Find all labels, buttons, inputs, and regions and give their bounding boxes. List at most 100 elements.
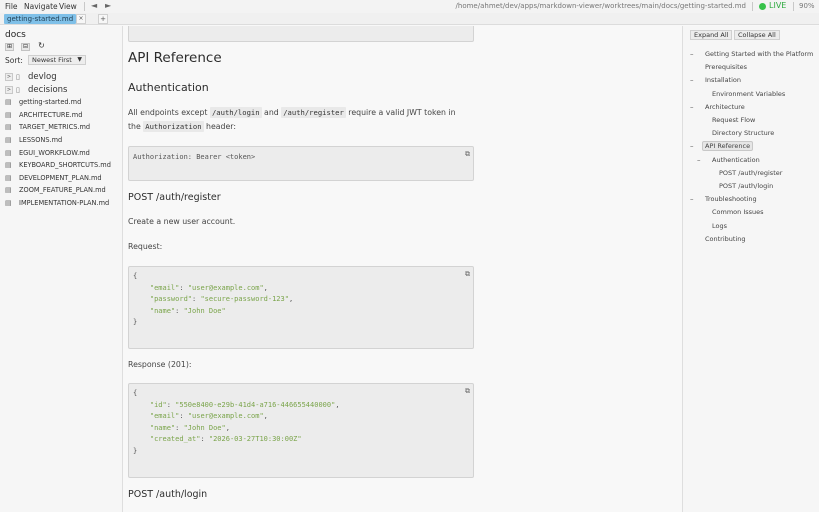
file-label: ZOOM_FEATURE_PLAN.md [19, 186, 106, 194]
file-item[interactable]: ▤ IMPLEMENTATION-PLAN.md [5, 199, 109, 211]
file-item[interactable]: ▤ DEVELOPMENT_PLAN.md [5, 174, 102, 186]
folder-label: decisions [28, 85, 68, 95]
code-string: "550e8400-e29b-41d4-a716-446655440000" [175, 400, 336, 409]
response-label: Response (201): [128, 360, 192, 369]
outline-panel: Expand All Collapse All – Getting Starte… [682, 26, 819, 512]
menu-view[interactable]: View [59, 2, 77, 11]
collapse-dash-icon[interactable]: – [697, 156, 701, 164]
sort-value: Newest First [32, 56, 72, 64]
collapse-dash-icon[interactable]: – [690, 76, 694, 84]
code-key: "email" [149, 283, 180, 292]
file-item[interactable]: ▤ getting-started.md [5, 98, 81, 110]
markdown-content: API Reference Authentication All endpoin… [124, 26, 681, 512]
folder-decisions[interactable]: > ▯ decisions [5, 85, 67, 97]
outline-item-troubleshooting[interactable]: Troubleshooting [705, 195, 757, 203]
new-tab-button[interactable]: + [98, 14, 108, 24]
inline-code: /auth/register [281, 107, 346, 118]
outline-item-common-issues[interactable]: Common Issues [712, 208, 764, 216]
expand-all-icon[interactable]: ⊞ [5, 43, 14, 51]
heading-api-reference: API Reference [128, 50, 222, 66]
file-label: LESSONS.md [19, 136, 63, 144]
code-string: "user@example.com" [187, 412, 264, 420]
back-icon[interactable]: ◄ [91, 1, 97, 10]
code-string: "user@example.com" [187, 283, 264, 292]
code-line: Authorization: Bearer <token> [133, 153, 256, 161]
text: require a valid JWT token in [345, 108, 456, 117]
collapse-dash-icon[interactable]: – [690, 50, 694, 58]
file-item[interactable]: ▤ KEYBOARD_SHORTCUTS.md [5, 161, 111, 173]
outline-item-post-login[interactable]: POST /auth/login [719, 182, 773, 190]
file-item[interactable]: ▤ TARGET_METRICS.md [5, 123, 90, 135]
tab-bar: getting-started.md × + [0, 13, 819, 25]
code-string: "2026-03-27T10:30:00Z" [208, 435, 302, 443]
tab-getting-started[interactable]: getting-started.md [4, 14, 77, 24]
collapse-dash-icon[interactable]: – [690, 142, 694, 150]
text: the [128, 122, 144, 131]
document-icon: ▤ [5, 186, 12, 194]
code-line: } [133, 318, 138, 326]
document-icon: ▤ [5, 149, 12, 157]
outline-item-architecture[interactable]: Architecture [705, 103, 745, 111]
inline-code: Authorization [143, 121, 204, 132]
outline-item-contributing[interactable]: Contributing [705, 235, 746, 243]
code-string: "John Doe" [183, 306, 226, 315]
close-tab-icon[interactable]: × [76, 14, 86, 24]
chevron-right-icon[interactable]: > [5, 86, 13, 94]
sort-select[interactable]: Newest First ▼ [28, 55, 86, 65]
expand-all-button[interactable]: Expand All [690, 30, 733, 40]
outline-item-prerequisites[interactable]: Prerequisites [705, 63, 747, 71]
inline-code: /auth/login [209, 107, 262, 118]
outline-item-getting-started[interactable]: Getting Started with the Platform [705, 50, 813, 58]
file-path: /home/ahmet/dev/apps/markdown-viewer/wor… [455, 2, 746, 10]
live-label[interactable]: LIVE [769, 1, 786, 10]
file-item[interactable]: ▤ ARCHITECTURE.md [5, 111, 82, 123]
collapse-all-button[interactable]: Collapse All [734, 30, 780, 40]
file-label: getting-started.md [19, 98, 82, 106]
code-key: "email" [149, 412, 180, 420]
code-block-partial [128, 26, 474, 42]
outline-item-env-vars[interactable]: Environment Variables [712, 90, 785, 98]
heading-post-register: POST /auth/register [128, 192, 221, 203]
code-line: { [133, 272, 138, 280]
outline-item-authentication[interactable]: Authentication [712, 156, 760, 164]
forward-icon[interactable]: ► [105, 1, 111, 10]
outline-item-post-register[interactable]: POST /auth/register [719, 169, 782, 177]
file-item[interactable]: ▤ LESSONS.md [5, 136, 62, 148]
code-string: "John Doe" [183, 423, 226, 432]
outline-item-logs[interactable]: Logs [712, 222, 727, 230]
file-label: KEYBOARD_SHORTCUTS.md [19, 161, 111, 169]
document-icon: ▤ [5, 199, 12, 207]
outline-item-installation[interactable]: Installation [705, 76, 741, 84]
menu-bar: File Navigate View ◄ ► /home/ahmet/dev/a… [0, 0, 819, 13]
collapse-dash-icon[interactable]: – [690, 195, 694, 203]
outline-item-directory-structure[interactable]: Directory Structure [712, 129, 774, 137]
folder-icon: ▯ [16, 86, 20, 94]
outline-item-api-reference[interactable]: API Reference [702, 141, 754, 151]
zoom-level[interactable]: 90% [799, 2, 815, 10]
code-block-response: { "id": "550e8400-e29b-41d4-a716-4466554… [128, 383, 474, 478]
sort-label: Sort: [5, 56, 23, 65]
outline-item-request-flow[interactable]: Request Flow [712, 116, 755, 124]
text: and [261, 108, 282, 117]
file-item[interactable]: ▤ EGUI_WORKFLOW.md [5, 149, 90, 161]
menu-divider [752, 2, 753, 11]
file-label: TARGET_METRICS.md [19, 123, 91, 131]
file-item[interactable]: ▤ ZOOM_FEATURE_PLAN.md [5, 186, 106, 198]
collapse-dash-icon[interactable]: – [690, 103, 694, 111]
copy-icon[interactable]: ⧉ [465, 386, 470, 398]
collapse-all-icon[interactable]: ⊟ [21, 43, 30, 51]
chevron-right-icon[interactable]: > [5, 73, 13, 81]
copy-icon[interactable]: ⧉ [465, 269, 470, 281]
code-line: { [133, 389, 138, 397]
document-icon: ▤ [5, 123, 12, 131]
menu-navigate[interactable]: Navigate [24, 2, 58, 11]
menu-file[interactable]: File [5, 2, 18, 11]
file-label: ARCHITECTURE.md [19, 111, 83, 119]
folder-devlog[interactable]: > ▯ devlog [5, 72, 57, 84]
menu-divider [793, 2, 794, 11]
folder-icon: ▯ [16, 73, 20, 81]
refresh-icon[interactable]: ↻ [37, 42, 46, 51]
menu-divider [84, 2, 85, 11]
sidebar-title: docs [5, 30, 26, 40]
copy-icon[interactable]: ⧉ [465, 149, 470, 161]
